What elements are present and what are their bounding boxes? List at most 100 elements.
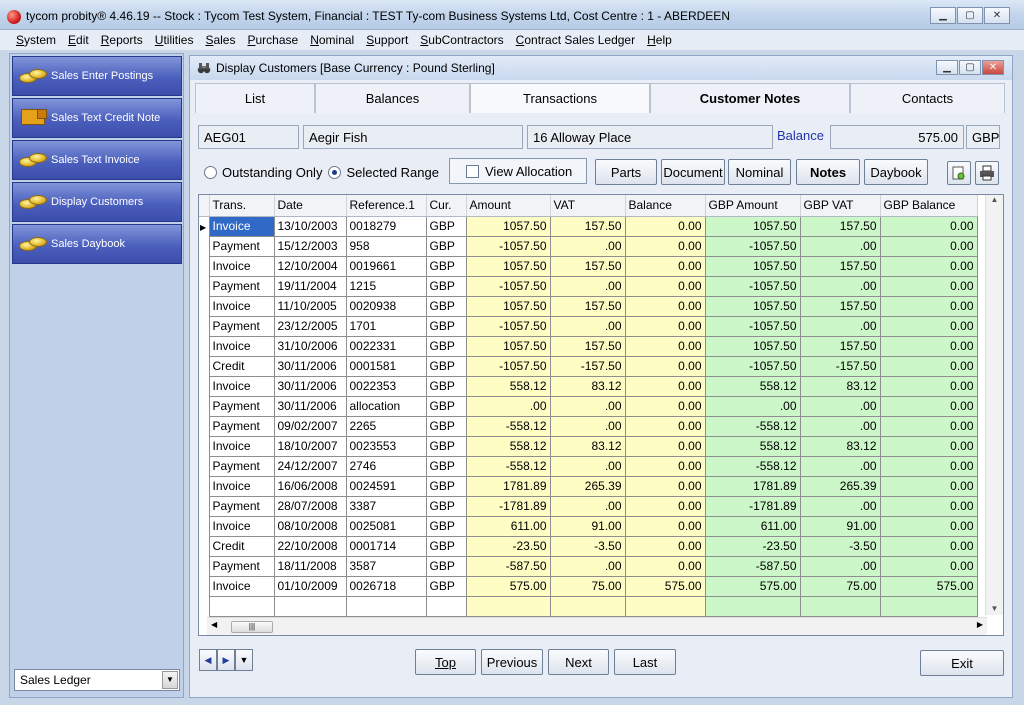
table-cell[interactable]: 0.00 [879,435,978,457]
table-cell[interactable]: 265.39 [549,475,626,497]
table-row[interactable]: Payment 28/07/2008 3387 GBP -1781.89.00 0.00-… [199,495,978,517]
table-cell[interactable]: 0022353 [345,375,427,397]
table-cell[interactable]: 0020938 [345,295,427,317]
table-cell[interactable]: Invoice [208,575,275,597]
row-marker[interactable] [199,296,210,316]
table-cell[interactable]: 83.12 [549,375,626,397]
table-cell[interactable]: -23.50 [465,535,551,557]
table-cell[interactable]: 3587 [345,555,427,577]
table-cell[interactable]: -1057.50 [704,315,801,337]
document-button[interactable]: Document [661,159,725,185]
table-cell[interactable]: 0.00 [624,495,706,517]
selected-range-radio[interactable] [328,166,342,179]
table-cell[interactable]: 2746 [345,455,427,477]
table-row[interactable]: Invoice 11/10/2005 0020938 GBP 1057.50 157.50… [199,295,978,317]
table-row[interactable]: Payment 30/11/2006 allocation GBP .00.00 0.00… [199,395,978,417]
table-cell[interactable]: 0022331 [345,335,427,357]
table-cell[interactable]: Invoice [208,375,275,397]
scroll-left-icon[interactable]: ◀ [211,620,217,629]
table-cell[interactable]: .00 [799,235,881,257]
table-cell[interactable]: 0019661 [345,255,427,277]
table-cell[interactable]: 1057.50 [465,215,551,237]
table-row[interactable]: Invoice 16/06/2008 0024591 GBP 1781.89 265.39… [199,475,978,497]
table-cell[interactable]: 157.50 [549,295,626,317]
column-header[interactable]: VAT [550,195,626,217]
table-cell[interactable]: -587.50 [465,555,551,577]
menu-help[interactable]: Help [641,33,678,47]
table-cell[interactable]: -3.50 [799,535,881,557]
table-cell[interactable]: GBP [425,235,467,257]
table-cell[interactable]: 157.50 [549,215,626,237]
outstanding-only-radio[interactable] [204,166,217,179]
menu-system[interactable]: System [10,33,62,47]
row-marker[interactable] [199,376,210,396]
row-marker[interactable] [199,456,210,476]
table-cell[interactable]: 157.50 [799,295,881,317]
table-cell[interactable]: 0026718 [345,575,427,597]
table-cell[interactable]: -558.12 [465,455,551,477]
table-cell[interactable]: 1701 [345,315,427,337]
table-cell[interactable]: 0.00 [624,335,706,357]
table-cell[interactable]: -1781.89 [465,495,551,517]
table-cell[interactable]: Payment [208,395,275,417]
child-minimize-icon[interactable]: ▁ [936,60,958,75]
table-cell[interactable]: 1781.89 [465,475,551,497]
table-cell[interactable]: .00 [549,275,626,297]
table-cell[interactable]: GBP [425,455,467,477]
table-cell[interactable]: GBP [425,495,467,517]
table-cell[interactable]: 24/12/2007 [273,455,347,477]
table-cell[interactable]: .00 [799,395,881,417]
table-row[interactable]: Invoice 18/10/2007 0023553 GBP 558.12 83.12 0.… [199,435,978,457]
table-cell[interactable]: GBP [425,315,467,337]
table-cell[interactable]: 575.00 [465,575,551,597]
child-maximize-icon[interactable]: ▢ [959,60,981,75]
row-marker[interactable] [199,476,210,496]
table-cell[interactable]: 0.00 [879,295,978,317]
table-cell[interactable]: 1057.50 [704,295,801,317]
table-cell[interactable]: 0.00 [624,355,706,377]
table-row[interactable]: Credit 22/10/2008 0001714 GBP -23.50 -3.50 0.0… [199,535,978,557]
menu-support[interactable]: Support [360,33,414,47]
last-button[interactable]: Last [614,649,676,675]
table-cell[interactable]: .00 [549,455,626,477]
tab-customer-notes[interactable]: Customer Notes [650,83,850,113]
table-cell[interactable]: GBP [425,475,467,497]
minimize-icon[interactable]: ▁ [930,7,956,24]
table-cell[interactable]: Credit [208,355,275,377]
table-cell[interactable]: 0001714 [345,535,427,557]
table-cell[interactable]: 0.00 [624,515,706,537]
table-cell[interactable]: 0.00 [879,475,978,497]
view-allocation-checkbox[interactable]: View Allocation [449,158,587,184]
table-cell[interactable]: 11/10/2005 [273,295,347,317]
table-cell[interactable]: 1057.50 [704,335,801,357]
table-cell[interactable]: -558.12 [465,415,551,437]
row-marker[interactable] [199,316,210,336]
table-cell[interactable]: 0.00 [879,535,978,557]
table-row[interactable]: Payment 18/11/2008 3587 GBP -587.50.00 0.00 -5… [199,555,978,577]
table-cell[interactable]: Payment [208,555,275,577]
table-cell[interactable]: 1057.50 [465,255,551,277]
table-cell[interactable]: 558.12 [465,435,551,457]
table-cell[interactable]: 1057.50 [465,295,551,317]
table-cell[interactable]: 0.00 [879,215,978,237]
table-cell[interactable]: 28/07/2008 [273,495,347,517]
top-button[interactable]: Top [415,649,476,675]
nav-dropdown-icon[interactable]: ▼ [235,649,253,671]
table-cell[interactable]: -1057.50 [704,235,801,257]
table-cell[interactable]: Credit [208,535,275,557]
table-cell[interactable]: 558.12 [465,375,551,397]
table-cell[interactable]: 265.39 [799,475,881,497]
table-cell[interactable]: 18/10/2007 [273,435,347,457]
table-cell[interactable]: 0.00 [624,395,706,417]
menu-purchase[interactable]: Purchase [241,33,304,47]
exit-button[interactable]: Exit [920,650,1004,676]
table-cell[interactable]: GBP [425,415,467,437]
table-cell[interactable]: Payment [208,415,275,437]
table-cell[interactable]: 575.00 [879,575,978,597]
row-marker[interactable] [199,256,210,276]
table-cell[interactable]: 15/12/2003 [273,235,347,257]
table-cell[interactable]: 0.00 [879,235,978,257]
table-cell[interactable]: .00 [799,455,881,477]
table-cell[interactable]: 0.00 [624,315,706,337]
table-cell[interactable]: .00 [799,495,881,517]
